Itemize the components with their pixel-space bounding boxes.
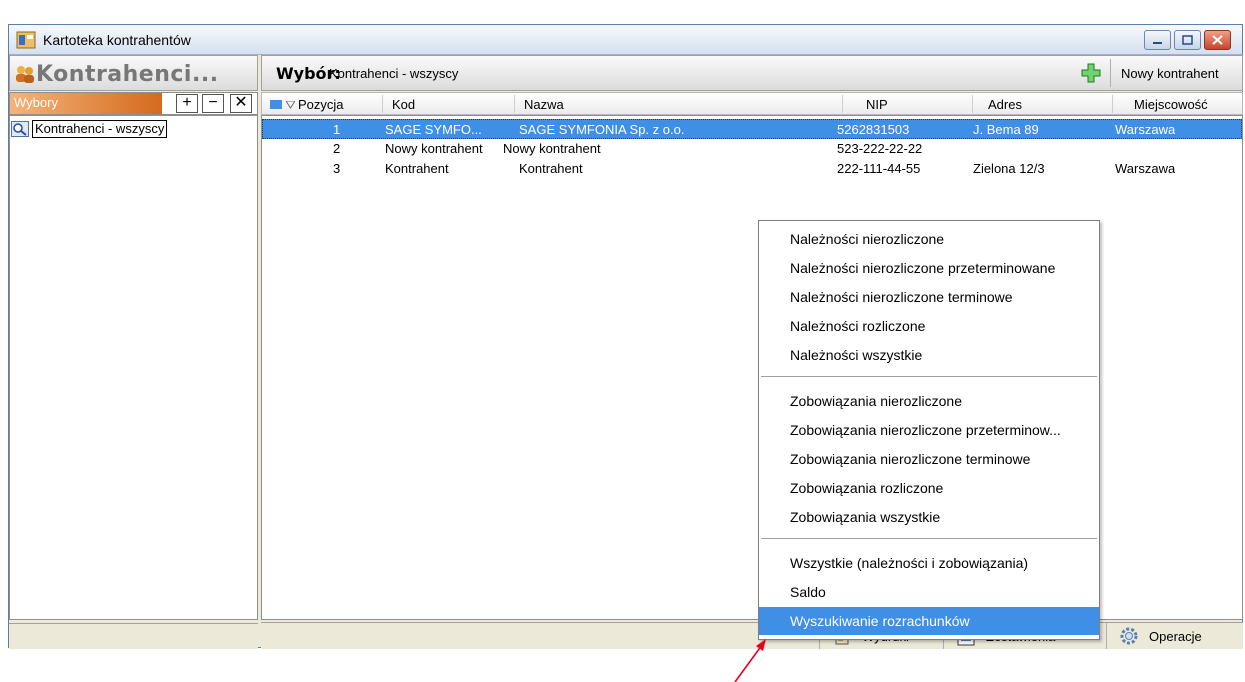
annotation-arrow — [734, 639, 766, 682]
